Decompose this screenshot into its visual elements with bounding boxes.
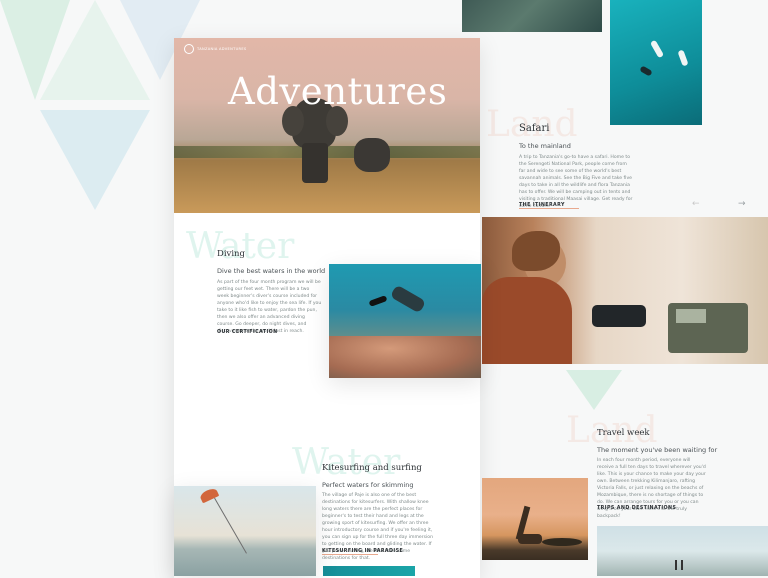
surfer-3 bbox=[639, 65, 653, 77]
safari-link-underline bbox=[519, 208, 579, 209]
surfboard-1 bbox=[649, 39, 665, 59]
reef bbox=[329, 336, 481, 378]
beach-photo bbox=[597, 526, 768, 576]
kite-subtitle: Perfect waters for skimming bbox=[322, 481, 414, 489]
brand-name: TANZANIA ADVENTURES bbox=[197, 47, 247, 51]
acacia-tree bbox=[542, 538, 582, 546]
safari-body: A trip to Tanzania's go-to have a safari… bbox=[519, 155, 633, 209]
travel-subtitle: The moment you've been waiting for bbox=[597, 446, 718, 454]
top-photo-water bbox=[462, 0, 602, 32]
arrow-left-icon[interactable]: ← bbox=[692, 199, 700, 209]
hero-image: TANZANIA ADVENTURES Adventures bbox=[174, 38, 480, 213]
diving-subtitle: Dive the best waters in the world bbox=[217, 267, 326, 275]
arrow-right-icon[interactable]: → bbox=[738, 199, 746, 209]
travel-destinations-link[interactable]: TRIPS AND DESTINATIONS bbox=[597, 506, 676, 511]
teal-photo-strip bbox=[323, 566, 415, 576]
diver-photo bbox=[329, 264, 481, 378]
camera-icon bbox=[592, 305, 646, 327]
surfboard-2 bbox=[677, 49, 689, 67]
safari-subtitle: To the mainland bbox=[519, 142, 571, 150]
kite-line bbox=[214, 497, 247, 554]
giraffe-photo bbox=[482, 478, 588, 560]
brand-logo[interactable]: TANZANIA ADVENTURES bbox=[184, 44, 247, 54]
elephant-legs bbox=[302, 143, 328, 183]
photographer-photo bbox=[482, 217, 768, 364]
hero-title: Adventures bbox=[228, 70, 448, 113]
person-hair bbox=[512, 231, 560, 271]
surfers-photo bbox=[610, 0, 702, 125]
kite-title: Kitesurfing and surfing bbox=[322, 463, 422, 473]
person-shoulder bbox=[482, 277, 572, 364]
diving-title: Diving bbox=[217, 249, 245, 259]
diver bbox=[389, 284, 427, 314]
bg-triangle-6 bbox=[566, 370, 622, 410]
bg-triangle-3 bbox=[40, 110, 150, 210]
giraffe-body bbox=[518, 534, 542, 544]
beach-person-2 bbox=[681, 560, 683, 570]
kite-link-underline bbox=[322, 554, 378, 555]
elephant-small bbox=[354, 138, 390, 172]
fin bbox=[368, 295, 388, 307]
kitesurf-photo bbox=[174, 486, 316, 576]
ghost-word-water: Water bbox=[186, 226, 295, 267]
travel-title: Travel week bbox=[597, 428, 650, 438]
safari-title: Safari bbox=[519, 123, 550, 134]
truck-window bbox=[676, 309, 706, 323]
diving-certification-link[interactable]: OUR CERTIFICATION bbox=[217, 330, 278, 335]
logo-icon bbox=[184, 44, 194, 54]
diving-body: As part of the four month program we wil… bbox=[217, 280, 322, 334]
beach-person-1 bbox=[675, 560, 677, 570]
